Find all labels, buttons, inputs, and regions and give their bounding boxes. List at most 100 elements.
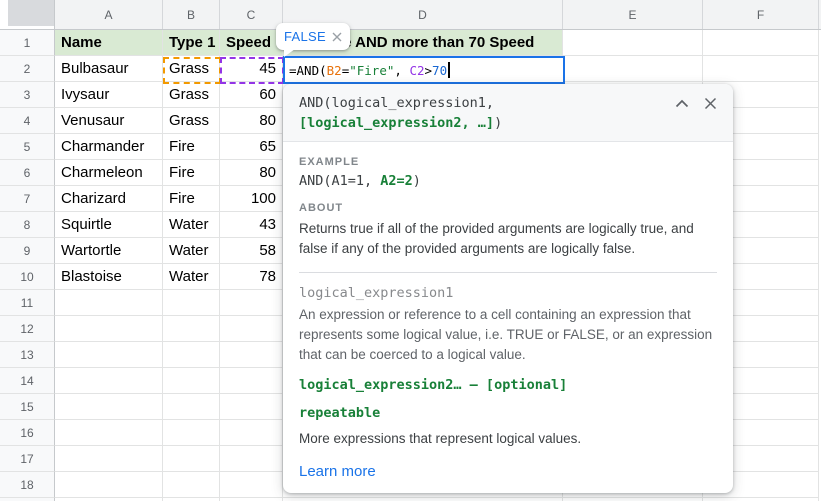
about-text: Returns true if all of the provided argu… (299, 221, 694, 257)
row-header-12[interactable]: 12 (0, 316, 55, 342)
cell-B12[interactable] (163, 316, 220, 342)
cell-A14[interactable] (55, 368, 163, 394)
row-header-18[interactable]: 18 (0, 472, 55, 498)
cell-A6[interactable]: Charmeleon (55, 160, 163, 186)
row-header-8[interactable]: 8 (0, 212, 55, 238)
row-header-10[interactable]: 10 (0, 264, 55, 290)
cell-B10[interactable]: Water (163, 264, 220, 290)
row-header-17[interactable]: 17 (0, 446, 55, 472)
cell-B17[interactable] (163, 446, 220, 472)
cell-C15[interactable] (220, 394, 283, 420)
row-header-9[interactable]: 9 (0, 238, 55, 264)
formula-token: B2 (326, 62, 342, 78)
row-header-11[interactable]: 11 (0, 290, 55, 316)
cell-A13[interactable] (55, 342, 163, 368)
cell-B9[interactable]: Water (163, 238, 220, 264)
row-header-7[interactable]: 7 (0, 186, 55, 212)
cell-A18[interactable] (55, 472, 163, 498)
cell-B7[interactable]: Fire (163, 186, 220, 212)
cell-A8[interactable]: Squirtle (55, 212, 163, 238)
cell-B2[interactable]: Grass (163, 56, 220, 82)
row-header-14[interactable]: 14 (0, 368, 55, 394)
column-header-B[interactable]: B (163, 0, 220, 29)
cell-A11[interactable] (55, 290, 163, 316)
cell-C10[interactable]: 78 (220, 264, 283, 290)
cell-A3[interactable]: Ivysaur (55, 82, 163, 108)
param1-description: An expression or reference to a cell con… (299, 306, 713, 363)
formula-token: =AND( (289, 62, 327, 78)
cell-C9[interactable]: 58 (220, 238, 283, 264)
cell-B13[interactable] (163, 342, 220, 368)
cell-C3[interactable]: 60 (220, 82, 283, 108)
cell-C13[interactable] (220, 342, 283, 368)
formula-token: C2 (409, 62, 425, 78)
row-header-2[interactable]: 2 (0, 56, 55, 82)
cell-C5[interactable]: 65 (220, 134, 283, 160)
row-header-6[interactable]: 6 (0, 160, 55, 186)
column-header-A[interactable]: A (55, 0, 163, 29)
cell-A12[interactable] (55, 316, 163, 342)
cell-A1[interactable]: Name (55, 30, 163, 56)
row-header-16[interactable]: 16 (0, 420, 55, 446)
signature-line-1: AND(logical_expression1, (299, 95, 495, 111)
cell-F1[interactable] (703, 30, 819, 56)
row-header-1[interactable]: 1 (0, 30, 55, 56)
cell-C14[interactable] (220, 368, 283, 394)
select-all-corner[interactable] (0, 0, 55, 29)
cell-A9[interactable]: Wartortle (55, 238, 163, 264)
result-preview-value: FALSE (284, 29, 326, 44)
about-label: ABOUT (299, 202, 344, 214)
cell-C8[interactable]: 43 (220, 212, 283, 238)
row-header-15[interactable]: 15 (0, 394, 55, 420)
cell-A17[interactable] (55, 446, 163, 472)
cell-B16[interactable] (163, 420, 220, 446)
learn-more-link[interactable]: Learn more (299, 463, 376, 480)
collapse-help-icon[interactable] (675, 97, 689, 110)
cell-A10[interactable]: Blastoise (55, 264, 163, 290)
cell-A4[interactable]: Venusaur (55, 108, 163, 134)
cell-B4[interactable]: Grass (163, 108, 220, 134)
close-help-icon[interactable] (704, 97, 717, 110)
cell-C18[interactable] (220, 472, 283, 498)
cell-B6[interactable]: Fire (163, 160, 220, 186)
cell-B8[interactable]: Water (163, 212, 220, 238)
cell-B11[interactable] (163, 290, 220, 316)
row-header-5[interactable]: 5 (0, 134, 55, 160)
row-header-4[interactable]: 4 (0, 108, 55, 134)
cell-B5[interactable]: Fire (163, 134, 220, 160)
cell-A16[interactable] (55, 420, 163, 446)
cell-A5[interactable]: Charmander (55, 134, 163, 160)
cell-C17[interactable] (220, 446, 283, 472)
cell-E2[interactable] (563, 56, 703, 82)
cell-C11[interactable] (220, 290, 283, 316)
row-header-13[interactable]: 13 (0, 342, 55, 368)
cell-A15[interactable] (55, 394, 163, 420)
chip-pointer-tail (284, 49, 295, 57)
cell-B15[interactable] (163, 394, 220, 420)
cell-C7[interactable]: 100 (220, 186, 283, 212)
dismiss-preview-icon[interactable] (332, 32, 342, 42)
cell-B14[interactable] (163, 368, 220, 394)
column-header-E[interactable]: E (563, 0, 703, 29)
cell-B3[interactable]: Grass (163, 82, 220, 108)
column-header-C[interactable]: C (220, 0, 283, 29)
active-cell-formula-editor[interactable]: =AND(B2="Fire", C2>70 (283, 56, 565, 84)
cell-C16[interactable] (220, 420, 283, 446)
formula-token: , (394, 62, 410, 78)
function-help-popup: AND(logical_expression1, [logical_expres… (283, 84, 733, 493)
cell-C6[interactable]: 80 (220, 160, 283, 186)
cell-C12[interactable] (220, 316, 283, 342)
formula-token: 70 (432, 62, 448, 78)
cell-C1[interactable]: Speed (220, 30, 283, 56)
param2-heading: logical_expression2… – [optional] (299, 377, 568, 394)
cell-C2[interactable]: 45 (220, 56, 283, 82)
row-header-3[interactable]: 3 (0, 82, 55, 108)
cell-A7[interactable]: Charizard (55, 186, 163, 212)
cell-E1[interactable] (563, 30, 703, 56)
column-header-F[interactable]: F (703, 0, 819, 29)
cell-B1[interactable]: Type 1 (163, 30, 220, 56)
cell-B18[interactable] (163, 472, 220, 498)
cell-C4[interactable]: 80 (220, 108, 283, 134)
cell-F2[interactable] (703, 56, 819, 82)
cell-A2[interactable]: Bulbasaur (55, 56, 163, 82)
